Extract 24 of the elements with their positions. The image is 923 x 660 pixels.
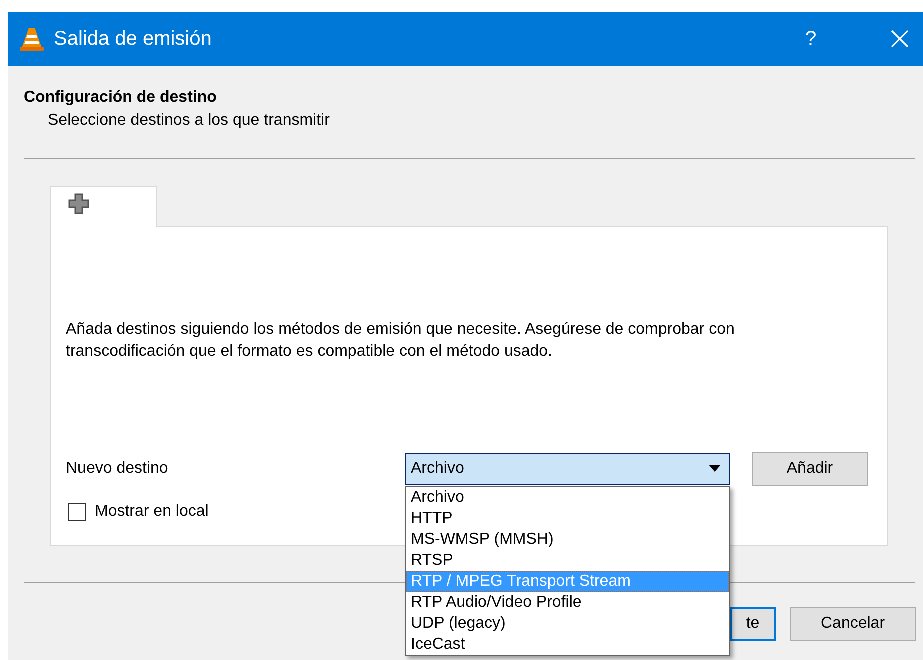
- dialog-button[interactable]: te: [730, 607, 776, 641]
- dropdown[interactable]: Archivo: [405, 453, 730, 485]
- add-button[interactable]: Añadir: [752, 452, 868, 486]
- dialog-button[interactable]: Cancelar: [790, 607, 916, 641]
- description-text: Añada destinos siguiendo los métodos de emisión que necesite. Asegúrese de comprobar con transcodificación que el formato es compatible con el método usado.: [66, 320, 736, 362]
- dropdown-option[interactable]: RTSP: [406, 550, 729, 571]
- plus-icon: [68, 193, 90, 215]
- section-subtitle: Seleccione destinos a los que transmitir: [47, 111, 331, 131]
- section-title: Configuración de destino: [24, 88, 218, 108]
- tab[interactable]: [50, 186, 157, 227]
- dropdown-option[interactable]: MS-WMSP (MMSH): [406, 529, 729, 550]
- close-icon: [891, 30, 909, 48]
- traffic-cone-icon: [20, 26, 44, 52]
- dropdown-option[interactable]: HTTP: [406, 508, 729, 529]
- window-title: Salida de emisión: [54, 28, 212, 50]
- checkbox[interactable]: [68, 503, 86, 521]
- dropdown-option[interactable]: IceCast: [406, 634, 729, 655]
- checkbox-label: Mostrar en local: [95, 503, 209, 521]
- caret-icon: [709, 465, 721, 473]
- help-button[interactable]: ?: [799, 12, 823, 66]
- dropdown-option[interactable]: RTP Audio/Video Profile: [406, 592, 729, 613]
- dropdown-option[interactable]: UDP (legacy): [406, 613, 729, 634]
- field-label: Nuevo destino: [66, 460, 170, 478]
- dropdown-option[interactable]: Archivo: [406, 487, 729, 508]
